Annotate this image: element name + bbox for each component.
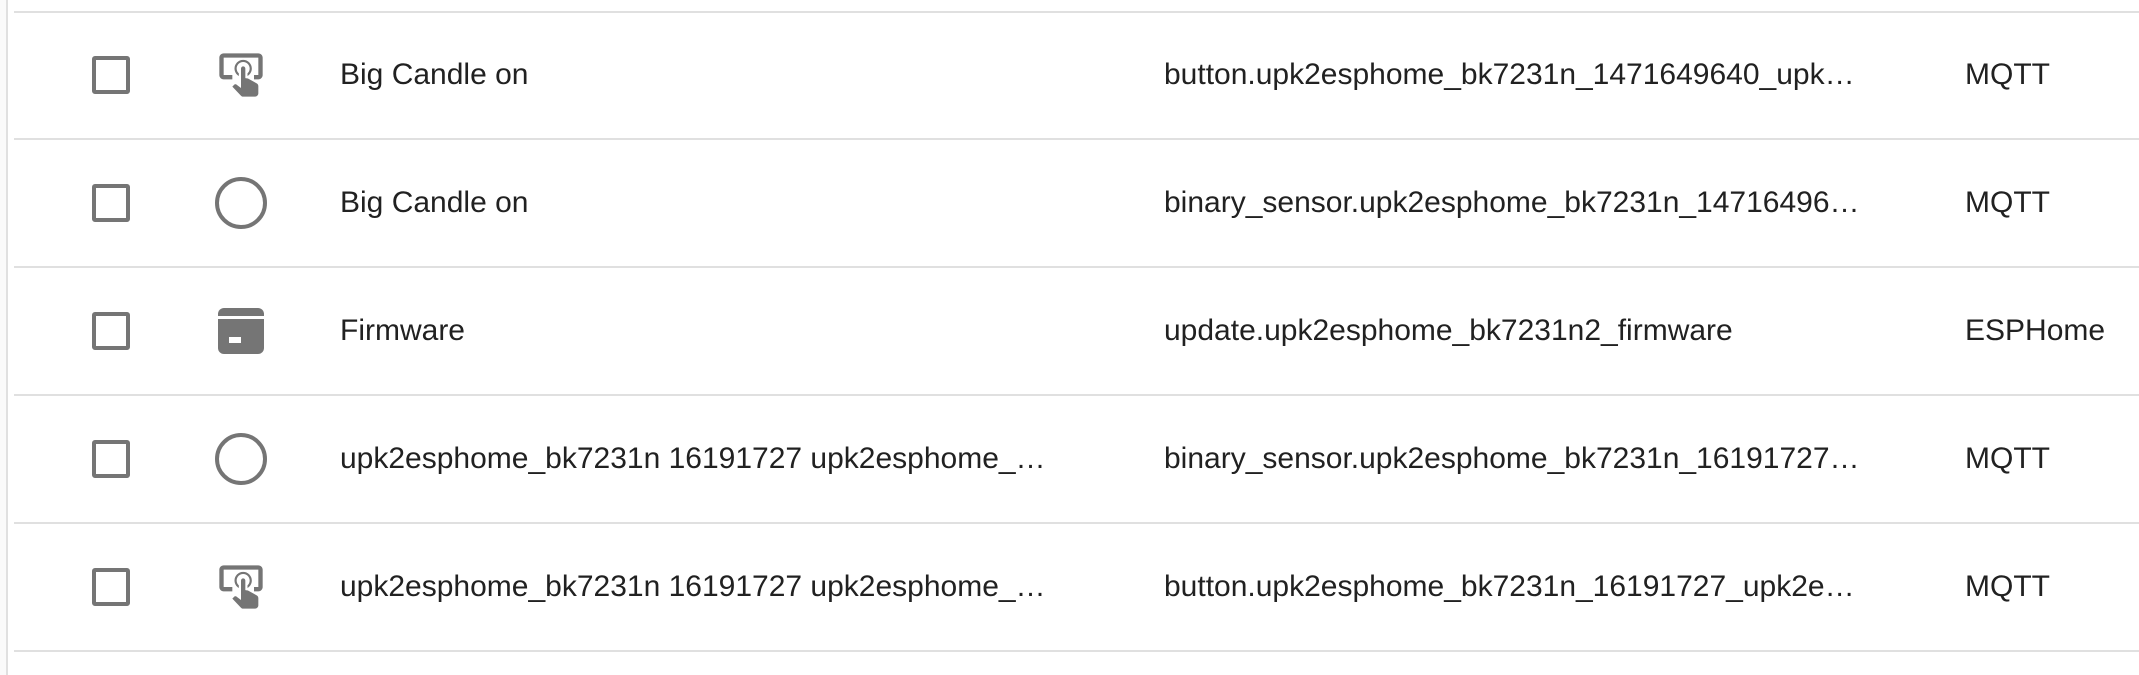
entities-table: Big Candle on button.upk2esphome_bk7231n…	[14, 12, 2139, 652]
table-row[interactable]: upk2esphome_bk7231n 16191727 upk2esphome…	[14, 396, 2139, 524]
entity-name: upk2esphome_bk7231n 16191727 upk2esphome…	[340, 570, 1046, 603]
left-border	[0, 0, 8, 675]
row-checkbox[interactable]	[92, 184, 130, 222]
integration-name: MQTT	[1965, 442, 2050, 475]
entity-id: binary_sensor.upk2esphome_bk7231n_161917…	[1164, 442, 1860, 475]
integration-name: MQTT	[1965, 570, 2050, 603]
table-row[interactable]: Firmware update.upk2esphome_bk7231n2_fir…	[14, 268, 2139, 396]
entity-name-cell: Big Candle on	[340, 140, 1100, 266]
entity-id-cell: button.upk2esphome_bk7231n_1471649640_up…	[1164, 12, 1902, 138]
circle-outline-icon	[206, 140, 276, 266]
entity-id-cell: binary_sensor.upk2esphome_bk7231n_161917…	[1164, 396, 1902, 522]
gesture-tap-button-icon	[206, 524, 276, 650]
entity-name: Big Candle on	[340, 58, 529, 91]
row-checkbox[interactable]	[92, 568, 130, 606]
entity-id: button.upk2esphome_bk7231n_1471649640_up…	[1164, 58, 1855, 91]
entity-name-cell: Big Candle on	[340, 12, 1100, 138]
table-row[interactable]: Big Candle on button.upk2esphome_bk7231n…	[14, 12, 2139, 140]
entity-name-cell: Firmware	[340, 268, 1100, 394]
entity-name: Big Candle on	[340, 186, 529, 219]
entity-id: binary_sensor.upk2esphome_bk7231n_147164…	[1164, 186, 1860, 219]
row-select-cell	[92, 140, 162, 266]
entity-id: button.upk2esphome_bk7231n_16191727_upk2…	[1164, 570, 1855, 603]
integration-cell: MQTT	[1965, 140, 2139, 266]
entity-id-cell: update.upk2esphome_bk7231n2_firmware	[1164, 268, 1902, 394]
integration-cell: MQTT	[1965, 396, 2139, 522]
entity-name-cell: upk2esphome_bk7231n 16191727 upk2esphome…	[340, 524, 1100, 650]
row-checkbox[interactable]	[92, 440, 130, 478]
entity-id-cell: button.upk2esphome_bk7231n_16191727_upk2…	[1164, 524, 1902, 650]
package-up-icon	[206, 268, 276, 394]
integration-name: MQTT	[1965, 186, 2050, 219]
gesture-tap-button-icon	[206, 12, 276, 138]
row-select-cell	[92, 524, 162, 650]
row-select-cell	[92, 12, 162, 138]
entity-id: update.upk2esphome_bk7231n2_firmware	[1164, 314, 1733, 347]
entity-name: upk2esphome_bk7231n 16191727 upk2esphome…	[340, 442, 1046, 475]
entity-id-cell: binary_sensor.upk2esphome_bk7231n_147164…	[1164, 140, 1902, 266]
entity-name: Firmware	[340, 314, 465, 347]
circle-outline-icon	[206, 396, 276, 522]
integration-cell: ESPHome	[1965, 268, 2139, 394]
table-row[interactable]: upk2esphome_bk7231n 16191727 upk2esphome…	[14, 524, 2139, 652]
row-select-cell	[92, 268, 162, 394]
row-select-cell	[92, 396, 162, 522]
integration-cell: MQTT	[1965, 12, 2139, 138]
entity-name-cell: upk2esphome_bk7231n 16191727 upk2esphome…	[340, 396, 1100, 522]
integration-name: ESPHome	[1965, 314, 2106, 347]
row-checkbox[interactable]	[92, 312, 130, 350]
table-row[interactable]: Big Candle on binary_sensor.upk2esphome_…	[14, 140, 2139, 268]
integration-cell: MQTT	[1965, 524, 2139, 650]
integration-name: MQTT	[1965, 58, 2050, 91]
row-checkbox[interactable]	[92, 56, 130, 94]
